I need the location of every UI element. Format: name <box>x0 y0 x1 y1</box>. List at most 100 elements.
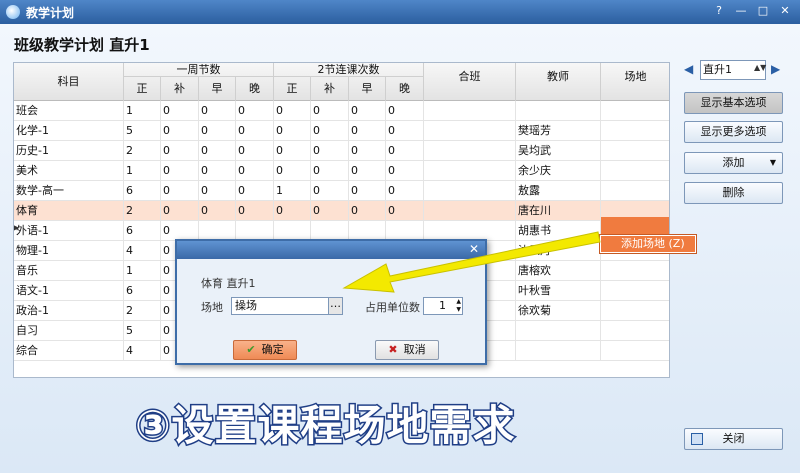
cell-count[interactable]: 6 <box>124 181 161 201</box>
cell-count[interactable]: 1 <box>124 161 161 181</box>
cell-count[interactable]: 0 <box>349 141 386 161</box>
cell-count[interactable] <box>274 221 311 241</box>
class-selector[interactable]: ◀ 直升1 ▲▼ ▶ <box>684 60 783 80</box>
cancel-button[interactable]: ✖ 取消 <box>375 340 439 360</box>
cell-count[interactable]: 0 <box>236 161 274 181</box>
table-row[interactable]: 化学-1 5 0 0 0 0 0 0 0 樊瑶芳 <box>14 121 669 141</box>
cell-count[interactable]: 1 <box>124 261 161 281</box>
cell-subject[interactable]: 自习 <box>14 321 124 341</box>
stepper-arrows-icon[interactable]: ▲ ▼ <box>456 298 461 314</box>
cell-count[interactable]: 4 <box>124 341 161 361</box>
close-button[interactable]: 关闭 <box>684 428 783 450</box>
cell-count[interactable]: 5 <box>124 121 161 141</box>
cell-count[interactable]: 0 <box>349 101 386 121</box>
cell-count[interactable]: 0 <box>199 121 236 141</box>
units-stepper[interactable]: 1 ▲ ▼ <box>423 297 463 315</box>
cell-count[interactable]: 0 <box>386 101 424 121</box>
maximize-button[interactable]: □ <box>754 3 772 19</box>
cell-count[interactable] <box>236 221 274 241</box>
cell-count[interactable]: 0 <box>311 101 349 121</box>
spin-arrows-icon[interactable]: ▲▼ <box>754 63 766 72</box>
delete-button[interactable]: 删除 <box>684 182 783 204</box>
cell-count[interactable]: 0 <box>161 141 199 161</box>
cell-count[interactable]: 0 <box>161 181 199 201</box>
cell-teacher[interactable]: 樊瑶芳 <box>516 121 601 141</box>
header-venue[interactable]: 场地 <box>601 63 669 101</box>
close-window-button[interactable]: ✕ <box>776 3 794 19</box>
minimize-button[interactable]: — <box>732 3 750 19</box>
cell-subject[interactable]: 物理-1 <box>14 241 124 261</box>
ok-button[interactable]: ✔ 确定 <box>233 340 297 360</box>
cell-teacher[interactable] <box>516 101 601 121</box>
cell-count[interactable]: 0 <box>161 201 199 221</box>
cell-subject[interactable]: 美术 <box>14 161 124 181</box>
cell-count[interactable]: 0 <box>199 201 236 221</box>
cell-count[interactable]: 0 <box>161 101 199 121</box>
cell-count[interactable]: 2 <box>124 201 161 221</box>
cell-merged-class[interactable] <box>424 121 516 141</box>
cell-count[interactable]: 0 <box>236 201 274 221</box>
next-class-icon[interactable]: ▶ <box>771 62 780 76</box>
cell-subject[interactable]: 政治-1 <box>14 301 124 321</box>
cell-count[interactable]: 0 <box>161 221 199 241</box>
cell-count[interactable]: 0 <box>199 101 236 121</box>
help-button[interactable]: ? <box>710 3 728 19</box>
cell-count[interactable]: 0 <box>349 181 386 201</box>
cell-count[interactable]: 0 <box>349 161 386 181</box>
add-button[interactable]: 添加 ▼ <box>684 152 783 174</box>
cell-count[interactable]: 0 <box>274 161 311 181</box>
cell-count[interactable]: 0 <box>386 141 424 161</box>
cell-subject[interactable]: 综合 <box>14 341 124 361</box>
cell-merged-class[interactable] <box>424 161 516 181</box>
cell-count[interactable]: 1 <box>124 101 161 121</box>
cell-subject[interactable]: 数学-高一 <box>14 181 124 201</box>
cell-teacher[interactable]: 吴均武 <box>516 141 601 161</box>
cell-count[interactable]: 0 <box>161 121 199 141</box>
cell-subject[interactable]: 班会 <box>14 101 124 121</box>
cell-subject[interactable]: 音乐 <box>14 261 124 281</box>
show-basic-options-button[interactable]: 显示基本选项 <box>684 92 783 114</box>
cell-count[interactable]: 0 <box>274 121 311 141</box>
cell-teacher[interactable]: 徐欢菊 <box>516 301 601 321</box>
cell-count[interactable]: 0 <box>199 161 236 181</box>
cell-count[interactable]: 5 <box>124 321 161 341</box>
cell-count[interactable]: 4 <box>124 241 161 261</box>
header-merged-class[interactable]: 合班 <box>424 63 516 101</box>
cell-count[interactable]: 0 <box>274 201 311 221</box>
cell-subject[interactable]: 历史-1 <box>14 141 124 161</box>
cell-count[interactable]: 0 <box>199 141 236 161</box>
venue-cell-selected[interactable] <box>601 217 669 237</box>
cell-count[interactable]: 0 <box>274 141 311 161</box>
cell-subject[interactable]: 语文-1 <box>14 281 124 301</box>
prev-class-icon[interactable]: ◀ <box>684 62 693 76</box>
venue-field[interactable]: 操场 … <box>231 297 343 315</box>
cell-count[interactable]: 0 <box>311 141 349 161</box>
cell-count[interactable]: 0 <box>349 121 386 141</box>
cell-count[interactable]: 0 <box>386 181 424 201</box>
cell-count[interactable]: 0 <box>236 181 274 201</box>
table-row[interactable]: 美术 1 0 0 0 0 0 0 0 余少庆 <box>14 161 669 181</box>
show-more-options-button[interactable]: 显示更多选项 <box>684 121 783 143</box>
header-subject[interactable]: 科目 <box>14 63 124 101</box>
cell-count[interactable]: 1 <box>274 181 311 201</box>
cell-count[interactable]: 6 <box>124 221 161 241</box>
cell-merged-class[interactable] <box>424 181 516 201</box>
cell-teacher[interactable] <box>516 341 601 361</box>
context-menu-add-venue[interactable]: 添加场地 (Z) <box>600 235 696 253</box>
cell-count[interactable]: 6 <box>124 281 161 301</box>
cell-count[interactable]: 2 <box>124 141 161 161</box>
browse-venue-button[interactable]: … <box>328 298 342 314</box>
cell-count[interactable]: 0 <box>236 101 274 121</box>
table-row[interactable]: 历史-1 2 0 0 0 0 0 0 0 吴均武 <box>14 141 669 161</box>
cell-count[interactable]: 0 <box>274 101 311 121</box>
cell-teacher[interactable] <box>516 321 601 341</box>
cell-count[interactable]: 0 <box>236 141 274 161</box>
table-row[interactable]: 数学-高一 6 0 0 0 1 0 0 0 敖露 <box>14 181 669 201</box>
cell-count[interactable]: 0 <box>386 161 424 181</box>
cell-count[interactable]: 0 <box>236 121 274 141</box>
cell-count[interactable]: 2 <box>124 301 161 321</box>
cell-count[interactable]: 0 <box>311 161 349 181</box>
cell-count[interactable]: 0 <box>161 161 199 181</box>
cell-subject[interactable]: 外语-1 <box>14 221 124 241</box>
cell-count[interactable] <box>199 221 236 241</box>
